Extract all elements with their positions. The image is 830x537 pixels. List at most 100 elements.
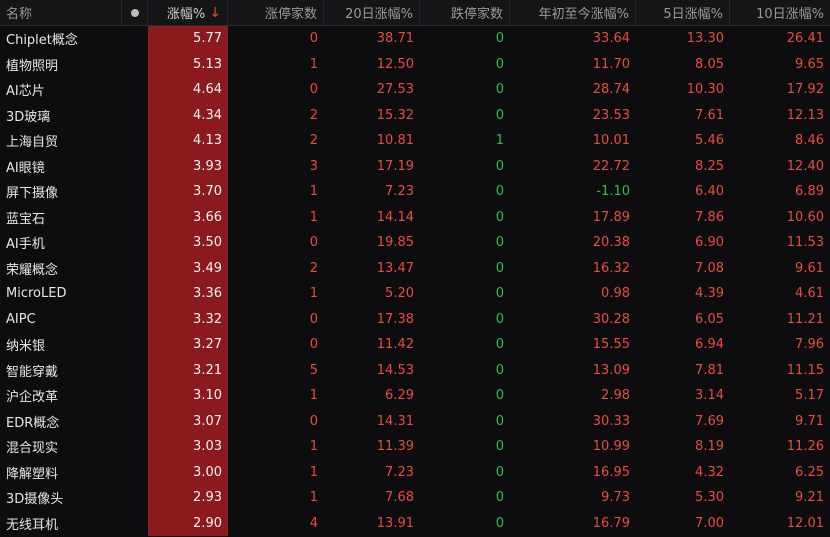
change-ytd: -1.10 <box>596 184 630 200</box>
table-row[interactable]: 蓝宝石 3.66 1 14.14 0 17.89 7.86 10.60 <box>0 204 830 230</box>
table-row[interactable]: 智能穿戴 3.21 5 14.53 0 13.09 7.81 11.15 <box>0 357 830 383</box>
sector-name: 植物照明 <box>6 58 59 74</box>
limit-down-count: 0 <box>495 260 504 276</box>
table-row[interactable]: 3D摄像头 2.93 1 7.68 0 9.73 5.30 9.21 <box>0 485 830 511</box>
table-row[interactable]: EDR概念 3.07 0 14.31 0 30.33 7.69 9.71 <box>0 408 830 434</box>
change-pct: 3.07 <box>148 408 228 434</box>
row-dot-cell <box>122 485 148 511</box>
table-row[interactable]: 纳米银 3.27 0 11.42 0 15.55 6.94 7.96 <box>0 332 830 358</box>
column-header-limit-down[interactable]: 跌停家数 <box>420 0 510 25</box>
change-10d: 10.60 <box>786 209 824 225</box>
table-row[interactable]: AI眼镜 3.93 3 17.19 0 22.72 8.25 12.40 <box>0 153 830 180</box>
change-10d: 9.21 <box>795 490 824 506</box>
change-ytd: 23.53 <box>592 107 630 123</box>
change-20d: 7.23 <box>385 184 414 200</box>
change-5d: 7.00 <box>695 515 724 531</box>
change-10d: 9.61 <box>795 260 824 276</box>
change-20d: 12.50 <box>376 56 414 72</box>
column-header-20d[interactable]: 20日涨幅% <box>324 0 420 25</box>
change-ytd: 16.95 <box>592 464 630 480</box>
sort-desc-icon: ↓ <box>209 4 221 21</box>
change-pct: 3.32 <box>148 306 228 332</box>
table-row[interactable]: 上海自贸 4.13 2 10.81 1 10.01 5.46 8.46 <box>0 128 830 154</box>
table-row[interactable]: 无线耳机 2.90 4 13.91 0 16.79 7.00 12.01 <box>0 510 830 536</box>
table-row[interactable]: 沪企改革 3.10 1 6.29 0 2.98 3.14 5.17 <box>0 383 830 409</box>
sector-name: 降解塑料 <box>6 466 59 482</box>
limit-up-count: 0 <box>309 31 318 47</box>
row-dot-cell <box>122 154 148 180</box>
sector-name: 3D摄像头 <box>6 492 64 508</box>
column-header-dot[interactable] <box>122 0 148 25</box>
column-header-limit-up[interactable]: 涨停家数 <box>228 0 324 25</box>
row-dot-cell <box>122 383 148 409</box>
row-dot-cell <box>122 307 148 333</box>
change-pct: 4.64 <box>148 77 228 103</box>
table-row[interactable]: 降解塑料 3.00 1 7.23 0 16.95 4.32 6.25 <box>0 459 830 485</box>
table-row[interactable]: 屏下摄像 3.70 1 7.23 0 -1.10 6.40 6.89 <box>0 179 830 205</box>
change-5d: 3.14 <box>695 388 724 404</box>
sector-name: 3D玻璃 <box>6 109 51 125</box>
table-row[interactable]: AI芯片 4.64 0 27.53 0 28.74 10.30 17.92 <box>0 77 830 103</box>
sector-name: AI芯片 <box>6 84 45 100</box>
change-ytd: 22.72 <box>592 158 630 174</box>
change-20d: 38.71 <box>376 31 414 47</box>
change-5d: 8.05 <box>695 56 724 72</box>
table-row[interactable]: Chiplet概念 5.77 0 38.71 0 33.64 13.30 26.41 <box>0 26 830 52</box>
limit-down-count: 1 <box>495 133 504 149</box>
limit-down-count: 0 <box>495 31 504 47</box>
table-row[interactable]: 植物照明 5.13 1 12.50 0 11.70 8.05 9.65 <box>0 51 830 77</box>
column-header-10d[interactable]: 10日涨幅% <box>730 0 830 25</box>
change-10d: 11.26 <box>786 439 824 455</box>
sector-name: 智能穿戴 <box>6 364 59 380</box>
limit-down-count: 0 <box>495 311 504 327</box>
limit-up-count: 5 <box>309 362 318 378</box>
change-10d: 4.61 <box>795 286 824 302</box>
change-ytd: 11.70 <box>592 56 630 72</box>
change-5d: 4.39 <box>695 286 724 302</box>
change-pct: 4.34 <box>148 102 228 128</box>
table-row[interactable]: MicroLED 3.36 1 5.20 0 0.98 4.39 4.61 <box>0 281 830 307</box>
row-dot-cell <box>122 332 148 358</box>
limit-up-count: 0 <box>309 82 318 98</box>
column-header-ytd[interactable]: 年初至今涨幅% <box>510 0 636 25</box>
limit-up-count: 2 <box>309 133 318 149</box>
change-20d: 15.32 <box>376 107 414 123</box>
limit-up-count: 0 <box>309 413 318 429</box>
change-5d: 7.81 <box>695 362 724 378</box>
table-row[interactable]: AI手机 3.50 0 19.85 0 20.38 6.90 11.53 <box>0 230 830 256</box>
table-row[interactable]: 荣耀概念 3.49 2 13.47 0 16.32 7.08 9.61 <box>0 255 830 282</box>
change-pct: 3.70 <box>148 179 228 205</box>
change-10d: 12.01 <box>786 515 824 531</box>
change-5d: 7.86 <box>695 209 724 225</box>
limit-down-count: 0 <box>495 158 504 174</box>
change-5d: 4.32 <box>695 464 724 480</box>
column-header-name[interactable]: 名称 <box>0 0 122 25</box>
row-dot-cell <box>122 434 148 460</box>
row-dot-cell <box>122 128 148 154</box>
change-20d: 19.85 <box>376 235 414 251</box>
limit-down-count: 0 <box>495 209 504 225</box>
column-header-change[interactable]: 涨幅% ↓ <box>148 0 228 25</box>
table-row[interactable]: 混合现实 3.03 1 11.39 0 10.99 8.19 11.26 <box>0 434 830 460</box>
change-5d: 13.30 <box>686 31 724 47</box>
change-5d: 5.46 <box>695 133 724 149</box>
table-row[interactable]: AIPC 3.32 0 17.38 0 30.28 6.05 11.21 <box>0 306 830 333</box>
change-pct: 2.93 <box>148 485 228 511</box>
row-dot-cell <box>122 256 148 282</box>
change-5d: 7.61 <box>695 107 724 123</box>
limit-down-count: 0 <box>495 107 504 123</box>
change-ytd: 9.73 <box>601 490 630 506</box>
change-ytd: 16.32 <box>592 260 630 276</box>
limit-up-count: 0 <box>309 235 318 251</box>
table-row[interactable]: 3D玻璃 4.34 2 15.32 0 23.53 7.61 12.13 <box>0 102 830 128</box>
sector-name: 荣耀概念 <box>6 262 59 278</box>
change-ytd: 33.64 <box>592 31 630 47</box>
change-10d: 5.17 <box>795 388 824 404</box>
change-ytd: 30.33 <box>592 413 630 429</box>
column-header-20d-label: 20日涨幅% <box>345 7 413 22</box>
change-ytd: 28.74 <box>592 82 630 98</box>
column-header-5d[interactable]: 5日涨幅% <box>636 0 730 25</box>
limit-down-count: 0 <box>495 413 504 429</box>
limit-up-count: 1 <box>309 56 318 72</box>
change-20d: 7.68 <box>385 490 414 506</box>
